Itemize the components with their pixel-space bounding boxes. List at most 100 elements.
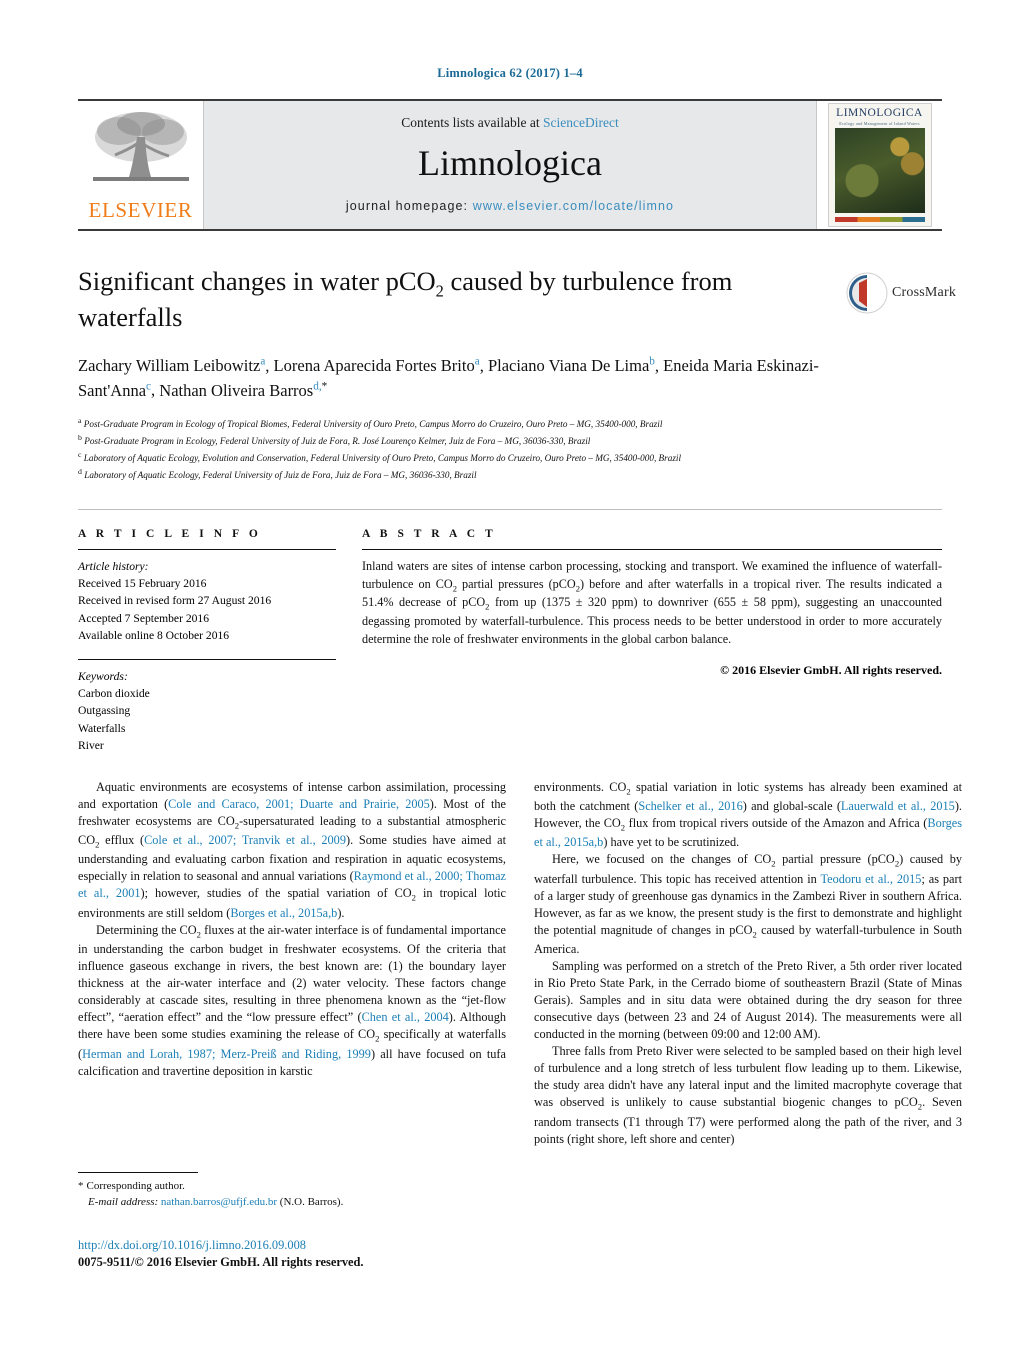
abstract-seg: partial pressures (pCO bbox=[456, 576, 576, 591]
elsevier-tree-icon bbox=[92, 112, 189, 181]
corresponding-author-footnote: * Corresponding author. E-mail address: n… bbox=[78, 1172, 506, 1211]
text-seg: flux from tropical rivers outside of the… bbox=[625, 816, 928, 830]
body-paragraph: Aquatic environments are ecosystems of i… bbox=[78, 779, 506, 922]
article-info-heading: A R T I C L E I N F O bbox=[78, 527, 262, 540]
title-block: CrossMark Significant changes in water p… bbox=[78, 265, 956, 483]
body-paragraph: Sampling was performed on a stretch of t… bbox=[534, 959, 962, 1042]
affiliation-mark: c bbox=[78, 449, 82, 459]
affiliation-text: Post-Graduate Program in Ecology, Federa… bbox=[84, 435, 591, 446]
title-subscript: 2 bbox=[435, 281, 444, 301]
body-column-left: Aquatic environments are ecosystems of i… bbox=[78, 779, 506, 1148]
body-paragraph: Determining the CO2 fluxes at the air-wa… bbox=[78, 922, 506, 1080]
citation-link[interactable]: Cole et al., 2007; Tranvik et al., 2009 bbox=[144, 833, 346, 847]
author-item[interactable]: Zachary William Leibowitza bbox=[78, 356, 265, 376]
affiliation-mark: a bbox=[78, 415, 82, 425]
email-link[interactable]: nathan.barros@ufjf.edu.br bbox=[161, 1196, 277, 1208]
article-info-column: A R T I C L E I N F O Article history: R… bbox=[78, 528, 336, 755]
sciencedirect-link[interactable]: ScienceDirect bbox=[543, 115, 619, 130]
elsevier-logo: ELSEVIER bbox=[78, 101, 204, 229]
crossmark-badge-group[interactable]: CrossMark bbox=[846, 267, 956, 319]
text-seg: Here, we focused on the changes of CO bbox=[552, 852, 772, 867]
contents-prefix: Contents lists available at bbox=[401, 115, 543, 131]
author-item[interactable]: Placiano Viana De Limab bbox=[488, 356, 655, 376]
citation-link[interactable]: Chen et al., 2004 bbox=[362, 1010, 449, 1024]
corresponding-author-marker: * bbox=[321, 380, 328, 393]
body-columns: Aquatic environments are ecosystems of i… bbox=[78, 779, 962, 1148]
abstract-heading: A B S T R A C T bbox=[362, 527, 497, 540]
abstract-copyright: © 2016 Elsevier GmbH. All rights reserve… bbox=[720, 662, 942, 677]
keyword-item: Outgassing bbox=[78, 704, 131, 718]
text-seg: Determining the CO bbox=[96, 922, 197, 937]
body-paragraph: Here, we focused on the changes of CO2 p… bbox=[534, 851, 962, 958]
title-part-1: Significant changes in water pCO bbox=[78, 266, 436, 296]
divider bbox=[78, 548, 336, 550]
journal-homepage-line: journal homepage: www.elsevier.com/locat… bbox=[346, 199, 674, 213]
crossmark-label: CrossMark bbox=[892, 285, 957, 300]
affiliation-item: b Post-Graduate Program in Ecology, Fede… bbox=[78, 432, 898, 449]
info-abstract-section: A R T I C L E I N F O Article history: R… bbox=[78, 508, 942, 755]
article-history-item: Available online 8 October 2016 bbox=[78, 629, 230, 643]
journal-homepage-link[interactable]: www.elsevier.com/locate/limno bbox=[473, 199, 674, 213]
affiliation-list: a Post-Graduate Program in Ecology of Tr… bbox=[78, 415, 898, 483]
text-seg: ) and global-scale ( bbox=[742, 798, 841, 813]
masthead-center: Contents lists available at ScienceDirec… bbox=[204, 101, 816, 229]
body-paragraph: environments. CO2 spatial variation in l… bbox=[534, 779, 962, 852]
text-seg: ); however, studies of the spatial varia… bbox=[140, 886, 412, 901]
citation-link[interactable]: Teodoru et al., 2015 bbox=[820, 872, 921, 886]
homepage-prefix: journal homepage: bbox=[345, 198, 473, 213]
crossmark-icon bbox=[846, 272, 888, 314]
citation-link[interactable]: Borges et al., 2015a,b bbox=[230, 906, 337, 920]
citation-link[interactable]: Cole and Caraco, 2001; Duarte and Prairi… bbox=[168, 797, 430, 811]
page-title: Significant changes in water pCO2 caused… bbox=[78, 265, 778, 334]
text-seg: ). bbox=[337, 905, 345, 920]
author-list: Zachary William Leibowitza, Lorena Apare… bbox=[78, 354, 868, 403]
text-seg: partial pressure (pCO bbox=[775, 852, 895, 867]
cover-photo bbox=[834, 128, 925, 213]
email-label: E-mail address: bbox=[88, 1195, 159, 1208]
cover-image: LIMNOLOGICA Ecology and Management of In… bbox=[827, 103, 932, 227]
affiliation-item: c Laboratory of Aquatic Ecology, Evoluti… bbox=[78, 449, 898, 466]
keyword-item: River bbox=[78, 739, 104, 753]
issn-copyright-line: 0075-9511/© 2016 Elsevier GmbH. All righ… bbox=[78, 1254, 364, 1269]
citation-link[interactable]: Lauerwald et al., 2015 bbox=[841, 799, 955, 813]
author-name: Nathan Oliveira Barros bbox=[159, 380, 314, 400]
divider bbox=[78, 1172, 198, 1173]
body-column-right: environments. CO2 spatial variation in l… bbox=[534, 779, 962, 1148]
cover-color-strip bbox=[834, 217, 925, 222]
author-name: Lorena Aparecida Fortes Brito bbox=[273, 356, 475, 376]
article-history-item: Received in revised form 27 August 2016 bbox=[78, 594, 272, 608]
divider bbox=[362, 548, 942, 550]
running-head: Limnologica 62 (2017) 1–4 bbox=[437, 66, 583, 80]
elsevier-wordmark: ELSEVIER bbox=[88, 198, 193, 222]
keyword-item: Carbon dioxide bbox=[78, 687, 150, 701]
abstract-text: Inland waters are sites of intense carbo… bbox=[362, 558, 942, 649]
affiliation-mark: b bbox=[78, 432, 82, 442]
affiliation-text: Laboratory of Aquatic Ecology, Evolution… bbox=[83, 452, 681, 463]
doi-link[interactable]: http://dx.doi.org/10.1016/j.limno.2016.0… bbox=[78, 1237, 578, 1254]
author-item[interactable]: Lorena Aparecida Fortes Britoa bbox=[273, 356, 480, 376]
affiliation-text: Post-Graduate Program in Ecology of Trop… bbox=[83, 418, 663, 429]
article-history-item: Accepted 7 September 2016 bbox=[78, 611, 210, 625]
citation-link[interactable]: Herman and Lorah, 1987; Merz-Preiß and R… bbox=[82, 1047, 371, 1061]
page-footer: http://dx.doi.org/10.1016/j.limno.2016.0… bbox=[78, 1237, 578, 1270]
corresponding-author-line: * Corresponding author. bbox=[78, 1179, 506, 1195]
affiliation-item: a Post-Graduate Program in Ecology of Tr… bbox=[78, 415, 898, 432]
keyword-item: Waterfalls bbox=[78, 721, 126, 735]
journal-title: Limnologica bbox=[418, 143, 602, 184]
author-sep: , bbox=[654, 356, 664, 376]
keywords-title: Keywords: bbox=[78, 669, 128, 683]
article-history-title: Article history: bbox=[78, 559, 149, 573]
author-affil-mark: d, bbox=[313, 380, 322, 393]
abstract-column: A B S T R A C T Inland waters are sites … bbox=[362, 528, 942, 755]
author-item[interactable]: Nathan Oliveira Barrosd,* bbox=[159, 380, 328, 400]
author-name: Zachary William Leibowitz bbox=[78, 356, 261, 376]
text-seg: Three falls from Preto River were select… bbox=[534, 1044, 962, 1110]
citation-link[interactable]: Schelker et al., 2016 bbox=[638, 799, 742, 813]
keywords-block: Keywords: Carbon dioxide Outgassing Wate… bbox=[78, 658, 336, 755]
article-history-item: Received 15 February 2016 bbox=[78, 577, 207, 591]
cover-title: LIMNOLOGICA bbox=[836, 107, 923, 119]
corresponding-author-text: Corresponding author. bbox=[86, 1180, 185, 1192]
email-line: E-mail address: nathan.barros@ufjf.edu.b… bbox=[78, 1195, 506, 1211]
cover-subtitle: Ecology and Management of Inland Waters bbox=[839, 120, 920, 126]
affiliation-item: d Laboratory of Aquatic Ecology, Federal… bbox=[78, 466, 898, 483]
